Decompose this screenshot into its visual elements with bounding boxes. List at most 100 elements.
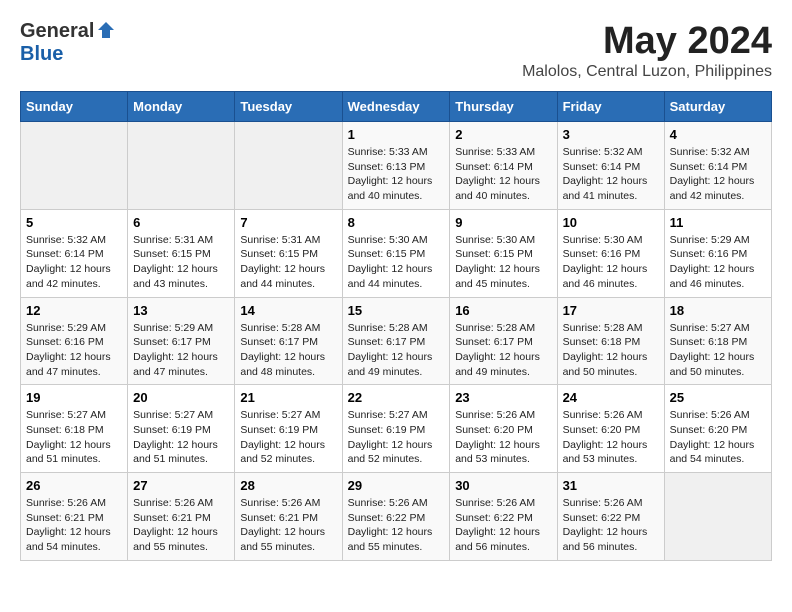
calendar-cell: 30 Sunrise: 5:26 AM Sunset: 6:22 PM Dayli… [450,473,557,561]
page-header: General Blue May 2024 Malolos, Central L… [20,20,772,81]
calendar-cell: 16 Sunrise: 5:28 AM Sunset: 6:17 PM Dayli… [450,297,557,385]
calendar-cell [128,122,235,210]
column-header-sunday: Sunday [21,92,128,122]
day-info: Sunrise: 5:32 AM Sunset: 6:14 PM Dayligh… [563,145,659,204]
calendar-cell: 24Sunrise: 5:26 AM Sunset: 6:20 PM Dayli… [557,385,664,473]
week-row-1: 1 Sunrise: 5:33 AM Sunset: 6:13 PM Daylig… [21,122,772,210]
calendar-cell: 13Sunrise: 5:29 AM Sunset: 6:17 PM Dayli… [128,297,235,385]
day-number: 31 [563,478,659,493]
day-number: 28 [240,478,336,493]
day-number: 3 [563,127,659,142]
day-number: 18 [670,303,766,318]
day-info: Sunrise: 5:26 AM Sunset: 6:20 PM Dayligh… [563,408,659,467]
day-info: Sunrise: 5:28 AM Sunset: 6:17 PM Dayligh… [240,321,336,380]
calendar-cell: 23Sunrise: 5:26 AM Sunset: 6:20 PM Dayli… [450,385,557,473]
calendar-cell [235,122,342,210]
day-info: Sunrise: 5:29 AM Sunset: 6:16 PM Dayligh… [670,233,766,292]
day-number: 6 [133,215,229,230]
calendar-cell: 10Sunrise: 5:30 AM Sunset: 6:16 PM Dayli… [557,209,664,297]
day-number: 1 [348,127,445,142]
day-info: Sunrise: 5:30 AM Sunset: 6:15 PM Dayligh… [348,233,445,292]
calendar-cell: 5Sunrise: 5:32 AM Sunset: 6:14 PM Daylig… [21,209,128,297]
calendar-table: SundayMondayTuesdayWednesdayThursdayFrid… [20,91,772,561]
day-number: 26 [26,478,122,493]
calendar-cell: 29 Sunrise: 5:26 AM Sunset: 6:22 PM Dayli… [342,473,450,561]
day-number: 20 [133,390,229,405]
calendar-cell: 25Sunrise: 5:26 AM Sunset: 6:20 PM Dayli… [664,385,771,473]
calendar-cell: 4 Sunrise: 5:32 AM Sunset: 6:14 PM Daylig… [664,122,771,210]
day-info: Sunrise: 5:32 AM Sunset: 6:14 PM Dayligh… [670,145,766,204]
day-number: 11 [670,215,766,230]
column-header-monday: Monday [128,92,235,122]
day-number: 19 [26,390,122,405]
day-info: Sunrise: 5:33 AM Sunset: 6:13 PM Dayligh… [348,145,445,204]
day-info: Sunrise: 5:26 AM Sunset: 6:22 PM Dayligh… [455,496,551,555]
week-row-4: 19 Sunrise: 5:27 AM Sunset: 6:18 PM Dayli… [21,385,772,473]
day-info: Sunrise: 5:32 AM Sunset: 6:14 PM Dayligh… [26,233,122,292]
day-info: Sunrise: 5:26 AM Sunset: 6:21 PM Dayligh… [133,496,229,555]
calendar-cell: 15 Sunrise: 5:28 AM Sunset: 6:17 PM Dayli… [342,297,450,385]
day-number: 15 [348,303,445,318]
calendar-cell: 8 Sunrise: 5:30 AM Sunset: 6:15 PM Daylig… [342,209,450,297]
title-block: May 2024 Malolos, Central Luzon, Philipp… [522,20,772,81]
day-info: Sunrise: 5:31 AM Sunset: 6:15 PM Dayligh… [240,233,336,292]
day-number: 22 [348,390,445,405]
calendar-cell [21,122,128,210]
day-info: Sunrise: 5:27 AM Sunset: 6:18 PM Dayligh… [670,321,766,380]
day-number: 9 [455,215,551,230]
day-number: 4 [670,127,766,142]
week-row-3: 12 Sunrise: 5:29 AM Sunset: 6:16 PM Dayli… [21,297,772,385]
calendar-cell: 3 Sunrise: 5:32 AM Sunset: 6:14 PM Daylig… [557,122,664,210]
calendar-cell: 28 Sunrise: 5:26 AM Sunset: 6:21 PM Dayli… [235,473,342,561]
calendar-cell: 22 Sunrise: 5:27 AM Sunset: 6:19 PM Dayli… [342,385,450,473]
day-info: Sunrise: 5:27 AM Sunset: 6:18 PM Dayligh… [26,408,122,467]
week-row-5: 26 Sunrise: 5:26 AM Sunset: 6:21 PM Dayli… [21,473,772,561]
day-info: Sunrise: 5:28 AM Sunset: 6:17 PM Dayligh… [348,321,445,380]
logo-icon [96,20,116,40]
logo-general: General [20,20,94,43]
day-number: 16 [455,303,551,318]
day-info: Sunrise: 5:30 AM Sunset: 6:15 PM Dayligh… [455,233,551,292]
day-info: Sunrise: 5:33 AM Sunset: 6:14 PM Dayligh… [455,145,551,204]
week-row-2: 5Sunrise: 5:32 AM Sunset: 6:14 PM Daylig… [21,209,772,297]
day-info: Sunrise: 5:26 AM Sunset: 6:22 PM Dayligh… [348,496,445,555]
calendar-cell: 7Sunrise: 5:31 AM Sunset: 6:15 PM Daylig… [235,209,342,297]
day-number: 2 [455,127,551,142]
day-info: Sunrise: 5:28 AM Sunset: 6:18 PM Dayligh… [563,321,659,380]
day-info: Sunrise: 5:27 AM Sunset: 6:19 PM Dayligh… [348,408,445,467]
day-info: Sunrise: 5:28 AM Sunset: 6:17 PM Dayligh… [455,321,551,380]
calendar-cell: 9 Sunrise: 5:30 AM Sunset: 6:15 PM Daylig… [450,209,557,297]
day-number: 25 [670,390,766,405]
day-number: 14 [240,303,336,318]
calendar-cell: 14 Sunrise: 5:28 AM Sunset: 6:17 PM Dayli… [235,297,342,385]
day-number: 12 [26,303,122,318]
day-number: 29 [348,478,445,493]
month-title: May 2024 [522,20,772,63]
day-info: Sunrise: 5:30 AM Sunset: 6:16 PM Dayligh… [563,233,659,292]
day-number: 27 [133,478,229,493]
day-info: Sunrise: 5:26 AM Sunset: 6:21 PM Dayligh… [26,496,122,555]
day-info: Sunrise: 5:27 AM Sunset: 6:19 PM Dayligh… [240,408,336,467]
calendar-cell [664,473,771,561]
calendar-cell: 17 Sunrise: 5:28 AM Sunset: 6:18 PM Dayli… [557,297,664,385]
column-header-friday: Friday [557,92,664,122]
day-info: Sunrise: 5:26 AM Sunset: 6:21 PM Dayligh… [240,496,336,555]
calendar-cell: 31Sunrise: 5:26 AM Sunset: 6:22 PM Dayli… [557,473,664,561]
calendar-cell: 2 Sunrise: 5:33 AM Sunset: 6:14 PM Daylig… [450,122,557,210]
calendar-cell: 12 Sunrise: 5:29 AM Sunset: 6:16 PM Dayli… [21,297,128,385]
day-number: 8 [348,215,445,230]
day-info: Sunrise: 5:29 AM Sunset: 6:16 PM Dayligh… [26,321,122,380]
location: Malolos, Central Luzon, Philippines [522,63,772,81]
logo: General Blue [20,20,116,66]
calendar-cell: 19 Sunrise: 5:27 AM Sunset: 6:18 PM Dayli… [21,385,128,473]
day-number: 30 [455,478,551,493]
header-row: SundayMondayTuesdayWednesdayThursdayFrid… [21,92,772,122]
column-header-thursday: Thursday [450,92,557,122]
calendar-cell: 18 Sunrise: 5:27 AM Sunset: 6:18 PM Dayli… [664,297,771,385]
day-number: 17 [563,303,659,318]
column-header-saturday: Saturday [664,92,771,122]
calendar-cell: 1 Sunrise: 5:33 AM Sunset: 6:13 PM Daylig… [342,122,450,210]
day-number: 23 [455,390,551,405]
calendar-cell: 26 Sunrise: 5:26 AM Sunset: 6:21 PM Dayli… [21,473,128,561]
column-header-tuesday: Tuesday [235,92,342,122]
